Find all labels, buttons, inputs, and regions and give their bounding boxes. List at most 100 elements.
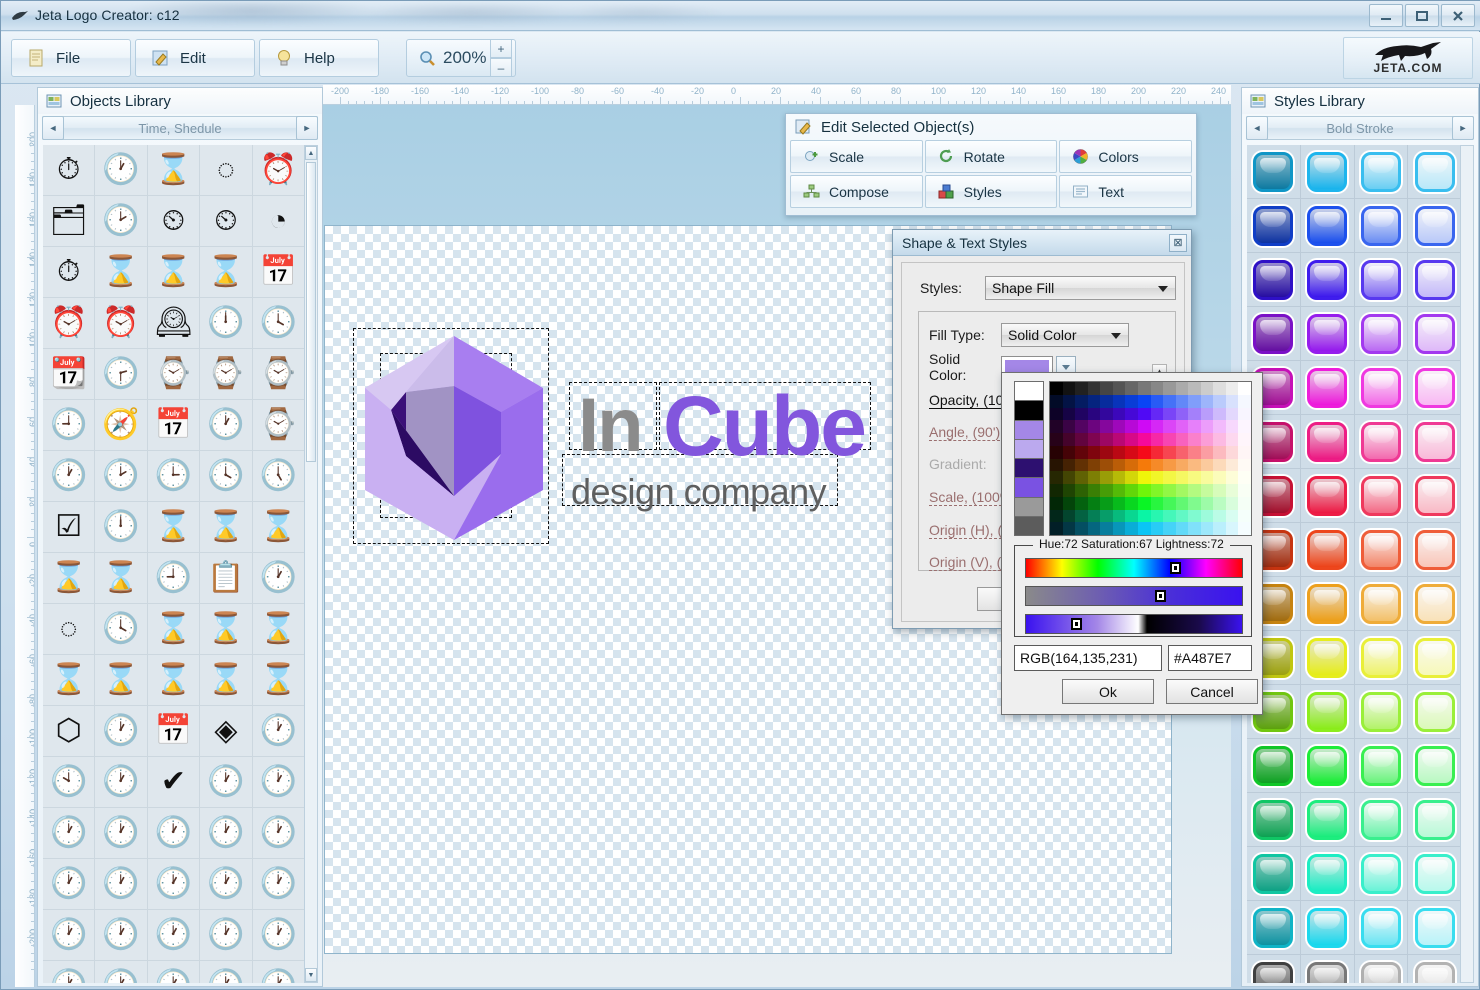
palette-color-cell[interactable] (1200, 509, 1214, 523)
palette-color-cell[interactable] (1125, 445, 1138, 459)
palette-color-cell[interactable] (1175, 394, 1189, 408)
palette-color-cell[interactable] (1137, 407, 1151, 421)
object-icon-cell[interactable]: ⏲ (147, 196, 201, 247)
style-swatch-cell[interactable] (1408, 631, 1462, 685)
object-icon-cell[interactable]: 🕐 (95, 808, 148, 859)
palette-color-cell[interactable] (1163, 509, 1176, 523)
palette-color-cell[interactable] (1125, 509, 1138, 523)
palette-color-cell[interactable] (1175, 496, 1189, 510)
object-icon-cell[interactable]: ⬡ (43, 706, 96, 757)
palette-color-cell[interactable] (1175, 522, 1189, 535)
palette-color-cell[interactable] (1225, 420, 1239, 433)
palette-color-cell[interactable] (1137, 484, 1151, 497)
palette-color-cell[interactable] (1112, 509, 1126, 523)
palette-color-cell[interactable] (1213, 484, 1226, 497)
recent-color-swatch[interactable] (1015, 478, 1043, 498)
object-icon-cell[interactable]: 🕐 (95, 145, 148, 196)
prop-origin-h[interactable]: Origin (H), ( (929, 522, 1003, 539)
hue-slider[interactable] (1025, 558, 1243, 578)
recent-color-swatch[interactable] (1015, 497, 1043, 517)
style-swatch-cell[interactable] (1408, 847, 1462, 901)
palette-color-cell[interactable] (1050, 522, 1063, 535)
style-swatch-cell[interactable] (1300, 739, 1355, 793)
object-icon-cell[interactable]: ⏱ (43, 145, 96, 196)
palette-color-cell[interactable] (1087, 445, 1101, 459)
object-icon-cell[interactable]: 🕐 (147, 910, 201, 961)
palette-color-cell[interactable] (1075, 522, 1088, 535)
palette-color-cell[interactable] (1163, 471, 1176, 484)
hue-slider-knob[interactable] (1170, 562, 1181, 574)
palette-color-cell[interactable] (1225, 407, 1239, 421)
palette-color-cell[interactable] (1213, 471, 1226, 484)
object-icon-cell[interactable]: ⌛ (147, 502, 201, 553)
palette-color-cell[interactable] (1137, 445, 1151, 459)
object-icon-cell[interactable]: 🕐 (252, 808, 305, 859)
object-icon-cell[interactable]: 🕰 (147, 298, 201, 349)
style-swatch-cell[interactable] (1300, 199, 1355, 253)
object-icon-cell[interactable]: 🕐 (200, 859, 253, 910)
styles-swatch-grid[interactable] (1247, 145, 1462, 983)
objects-scroll-up[interactable]: ▲ (305, 146, 317, 160)
style-swatch-cell[interactable] (1408, 253, 1462, 307)
palette-color-cell[interactable] (1062, 496, 1076, 510)
palette-color-cell[interactable] (1112, 407, 1126, 421)
recent-color-swatch[interactable] (1015, 382, 1043, 402)
palette-color-cell[interactable] (1175, 484, 1189, 497)
minimize-button[interactable] (1369, 4, 1403, 27)
palette-color-cell[interactable] (1150, 484, 1164, 497)
style-swatch-cell[interactable] (1354, 739, 1409, 793)
rgb-input[interactable] (1014, 645, 1162, 671)
palette-color-cell[interactable] (1112, 394, 1126, 408)
palette-color-cell[interactable] (1225, 509, 1239, 523)
palette-color-cell[interactable] (1062, 471, 1076, 484)
palette-color-cell[interactable] (1112, 496, 1126, 510)
palette-color-cell[interactable] (1100, 433, 1113, 446)
palette-color-cell[interactable] (1112, 382, 1126, 395)
palette-color-cell[interactable] (1188, 471, 1201, 484)
palette-color-cell[interactable] (1213, 522, 1226, 535)
palette-color-cell[interactable] (1213, 382, 1226, 395)
style-swatch-cell[interactable] (1354, 523, 1409, 577)
palette-color-cell[interactable] (1100, 407, 1113, 421)
object-icon-cell[interactable]: 🕐 (95, 859, 148, 910)
palette-color-cell[interactable] (1087, 433, 1101, 446)
palette-color-cell[interactable] (1062, 394, 1076, 408)
palette-color-cell[interactable] (1100, 496, 1113, 510)
palette-color-cell[interactable] (1050, 484, 1063, 497)
palette-color-cell[interactable] (1087, 484, 1101, 497)
palette-color-cell[interactable] (1175, 471, 1189, 484)
styles-category-bar[interactable]: ◄ Bold Stroke ► (1246, 116, 1474, 140)
palette-color-cell[interactable] (1238, 394, 1251, 408)
palette-color-cell[interactable] (1087, 522, 1101, 535)
palette-color-cell[interactable] (1188, 484, 1201, 497)
palette-color-cell[interactable] (1238, 445, 1251, 459)
object-icon-cell[interactable]: 🕐 (43, 910, 96, 961)
object-icon-cell[interactable]: 🕐 (147, 808, 201, 859)
palette-color-cell[interactable] (1062, 445, 1076, 459)
palette-color-cell[interactable] (1213, 407, 1226, 421)
palette-color-cell[interactable] (1100, 484, 1113, 497)
palette-color-cell[interactable] (1125, 394, 1138, 408)
object-icon-cell[interactable]: 🕔 (252, 451, 305, 502)
palette-color-cell[interactable] (1150, 433, 1164, 446)
style-swatch-cell[interactable] (1354, 685, 1409, 739)
style-swatch-cell[interactable] (1408, 523, 1462, 577)
palette-color-cell[interactable] (1062, 522, 1076, 535)
object-icon-cell[interactable]: ⌛ (200, 604, 253, 655)
style-swatch-cell[interactable] (1354, 631, 1409, 685)
style-swatch-cell[interactable] (1300, 685, 1355, 739)
shape-dialog-close-button[interactable]: ⊠ (1169, 233, 1187, 252)
palette-color-cell[interactable] (1175, 433, 1189, 446)
palette-color-cell[interactable] (1075, 394, 1088, 408)
help-menu-button[interactable]: Help (259, 39, 379, 77)
palette-color-cell[interactable] (1112, 471, 1126, 484)
recent-color-swatch[interactable] (1015, 401, 1043, 421)
recent-color-swatch[interactable] (1015, 439, 1043, 459)
palette-color-cell[interactable] (1150, 509, 1164, 523)
palette-color-cell[interactable] (1062, 420, 1076, 433)
palette-color-cell[interactable] (1163, 445, 1176, 459)
palette-color-cell[interactable] (1163, 407, 1176, 421)
object-icon-cell[interactable]: 🕛 (200, 298, 253, 349)
palette-color-cell[interactable] (1050, 458, 1063, 472)
object-icon-cell[interactable]: 🕐 (95, 757, 148, 808)
